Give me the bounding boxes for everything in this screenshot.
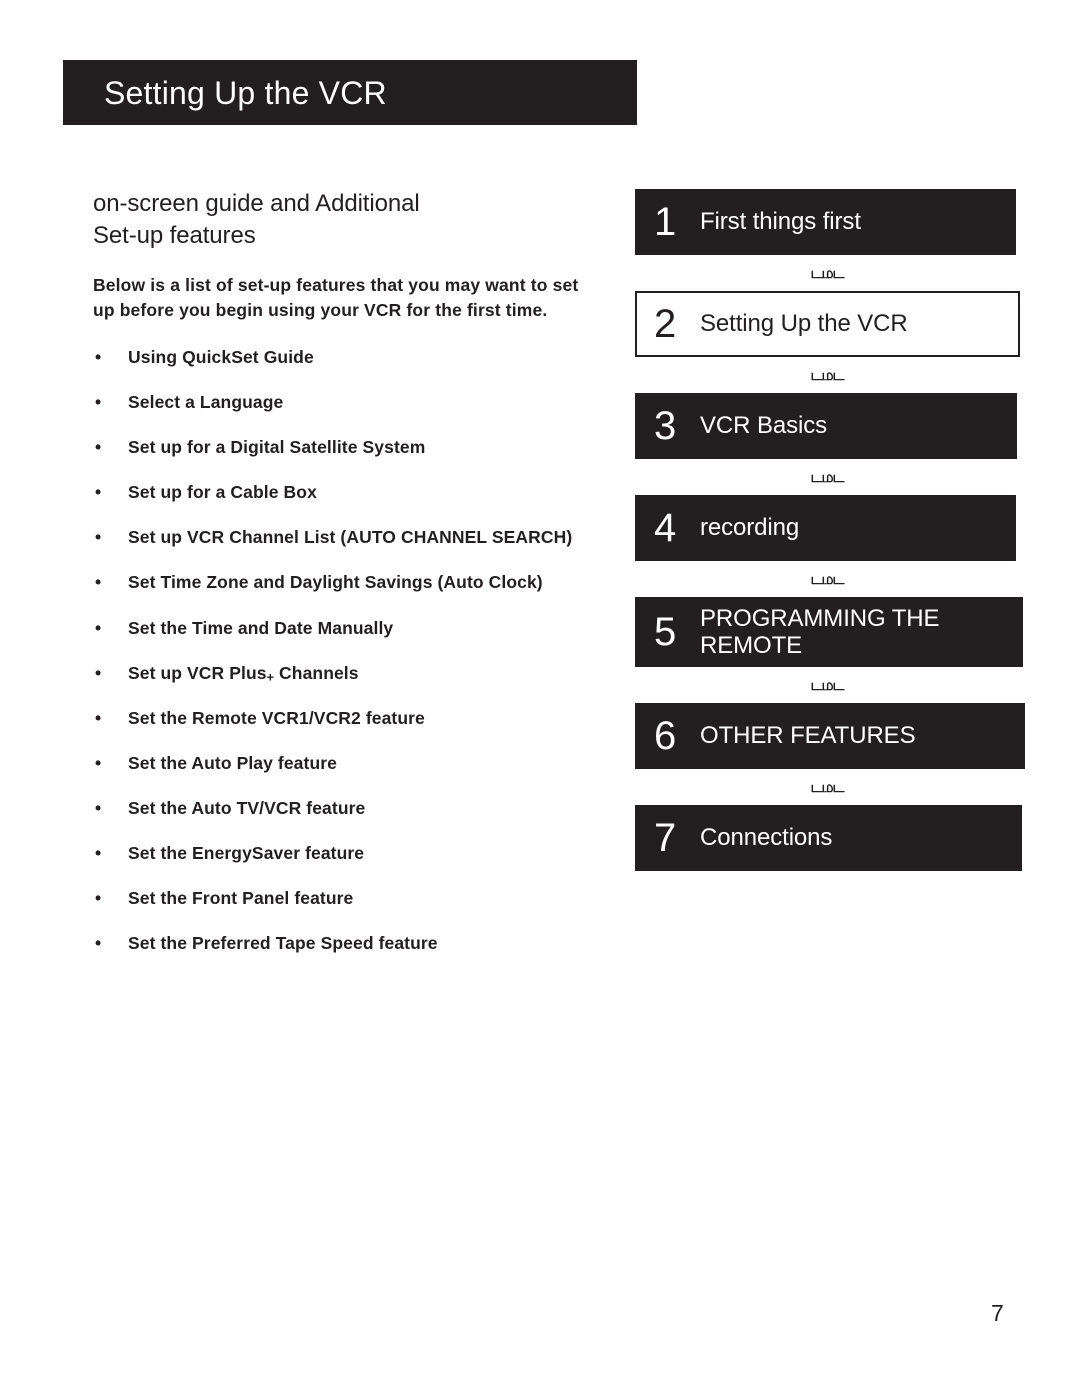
chapter-number: 3 [654, 404, 677, 448]
bullet-icon: • [95, 888, 102, 909]
chapter-block-3: 3 VCR Basics [635, 393, 1025, 459]
list-item-label: Set the Auto TV/VCR feature [128, 797, 366, 818]
list-item-label: Set Time Zone and Daylight Savings (Auto… [128, 572, 543, 593]
chapter-separator-glyph: டமட [635, 561, 1025, 597]
list-item-label: Using QuickSet Guide [128, 346, 314, 367]
list-item-label: Set the Front Panel feature [128, 888, 354, 909]
chapter-item-3[interactable]: 3 VCR Basics [635, 393, 1017, 459]
list-item: • Set the Auto TV/VCR feature [93, 797, 628, 820]
chapter-navigation: 1 First things first டமட 2 Setting Up th… [635, 189, 1025, 871]
list-item: • Select a Language [93, 391, 628, 414]
chapter-label: Connections [700, 824, 833, 852]
bullet-icon: • [95, 662, 102, 683]
bullet-icon: • [95, 797, 102, 818]
section-subtitle-line-1: on-screen guide and Additional [93, 190, 420, 217]
chapter-label: Setting Up the VCR [700, 310, 908, 338]
separator-icon: டமட [810, 570, 845, 588]
chapter-separator-glyph: டமட [635, 255, 1025, 291]
list-item: • Set the Auto Play feature [93, 752, 628, 775]
intro-paragraph: Below is a list of set-up features that … [93, 275, 579, 320]
chapter-label: First things first [700, 208, 861, 236]
chapter-label: VCR Basics [700, 412, 828, 440]
chapter-item-2[interactable]: 2 Setting Up the VCR [635, 291, 1020, 357]
chapter-item-6[interactable]: 6 OTHER FEATURES [635, 703, 1025, 769]
bullet-icon: • [95, 707, 102, 728]
chapter-item-5[interactable]: 5 PROGRAMMING THE REMOTE [635, 597, 1023, 667]
list-item-label: Set up VCR Channel List (AUTO CHANNEL SE… [128, 527, 573, 548]
bullet-icon: • [95, 572, 102, 593]
list-item: • Set the Preferred Tape Speed feature [93, 932, 628, 955]
chapter-separator-glyph: டமட [635, 459, 1025, 495]
chapter-block-6: 6 OTHER FEATURES [635, 703, 1025, 769]
list-item-label: Set the Preferred Tape Speed feature [128, 933, 438, 954]
chapter-block-4: 4 recording [635, 495, 1025, 561]
vcr-plus-superscript: + [266, 669, 275, 684]
page-header-banner: Setting Up the VCR [63, 60, 637, 125]
list-item: • Set the Remote VCR1/VCR2 feature [93, 707, 628, 730]
chapter-number: 1 [654, 200, 677, 244]
list-item: • Set up for a Digital Satellite System [93, 436, 628, 459]
chapter-separator-glyph: டமட [635, 357, 1025, 393]
list-item: • Set the EnergySaver feature [93, 842, 628, 865]
chapter-number: 5 [654, 610, 677, 654]
chapter-number: 6 [654, 714, 677, 758]
chapter-block-1: 1 First things first [635, 189, 1025, 255]
chapter-label: OTHER FEATURES [700, 722, 916, 750]
list-item: • Using QuickSet Guide [93, 346, 628, 369]
chapter-block-5: 5 PROGRAMMING THE REMOTE [635, 597, 1025, 667]
list-item-label: Set the Remote VCR1/VCR2 feature [128, 707, 425, 728]
list-item: • Set up for a Cable Box [93, 481, 628, 504]
list-item: • Set up VCR Channel List (AUTO CHANNEL … [93, 526, 628, 549]
section-subtitle-line-2: Set-up features [93, 221, 256, 249]
separator-icon: டமட [810, 468, 845, 486]
chapter-item-1[interactable]: 1 First things first [635, 189, 1016, 255]
page-number: 7 [991, 1300, 1004, 1326]
bullet-icon: • [95, 527, 102, 548]
feature-list: • Using QuickSet Guide • Select a Langua… [93, 346, 613, 955]
chapter-number: 4 [654, 506, 677, 550]
list-item-label: Select a Language [128, 392, 284, 413]
chapter-item-4[interactable]: 4 recording [635, 495, 1016, 561]
chapter-label: PROGRAMMING THE REMOTE [700, 604, 940, 659]
separator-icon: டமட [810, 264, 845, 282]
bullet-icon: • [95, 392, 102, 413]
list-item: • Set up VCR Plus+ Channels [93, 662, 628, 685]
bullet-icon: • [95, 482, 102, 503]
list-item-label: Set up for a Digital Satellite System [128, 437, 426, 458]
bullet-icon: • [95, 617, 102, 638]
chapter-number: 2 [654, 302, 677, 346]
list-item-label-base: Set up VCR Plus [128, 662, 267, 683]
list-item: • Set the Front Panel feature [93, 887, 628, 910]
list-item-label-tail: Channels [274, 662, 359, 683]
chapter-block-7: 7 Connections [635, 805, 1025, 871]
bullet-icon: • [95, 752, 102, 773]
separator-icon: டமட [810, 366, 845, 384]
separator-icon: டமட [810, 778, 845, 796]
list-item-label: Set the Auto Play feature [128, 752, 337, 773]
list-item-label: Set up for a Cable Box [128, 482, 317, 503]
left-content-column: on-screen guide and Additional Set-up fe… [93, 188, 613, 977]
page-title: Setting Up the VCR [104, 74, 387, 111]
list-item-label: Set the Time and Date Manually [128, 617, 394, 638]
chapter-separator-glyph: டமட [635, 769, 1025, 805]
section-subtitle: on-screen guide and Additional Set-up fe… [93, 188, 613, 251]
chapter-number: 7 [654, 816, 677, 860]
list-item: • Set Time Zone and Daylight Savings (Au… [93, 571, 628, 594]
bullet-icon: • [95, 437, 102, 458]
bullet-icon: • [95, 843, 102, 863]
chapter-separator-glyph: டமட [635, 667, 1025, 703]
bullet-icon: • [95, 933, 102, 954]
bullet-icon: • [95, 346, 102, 367]
list-item-label: Set the EnergySaver feature [128, 843, 365, 863]
chapter-item-7[interactable]: 7 Connections [635, 805, 1022, 871]
list-item: • Set the Time and Date Manually [93, 617, 628, 640]
chapter-block-2: 2 Setting Up the VCR [635, 291, 1025, 357]
separator-icon: டமட [810, 676, 845, 694]
chapter-label: recording [700, 514, 800, 542]
list-item-label: Set up VCR Plus+ Channels [128, 662, 359, 684]
